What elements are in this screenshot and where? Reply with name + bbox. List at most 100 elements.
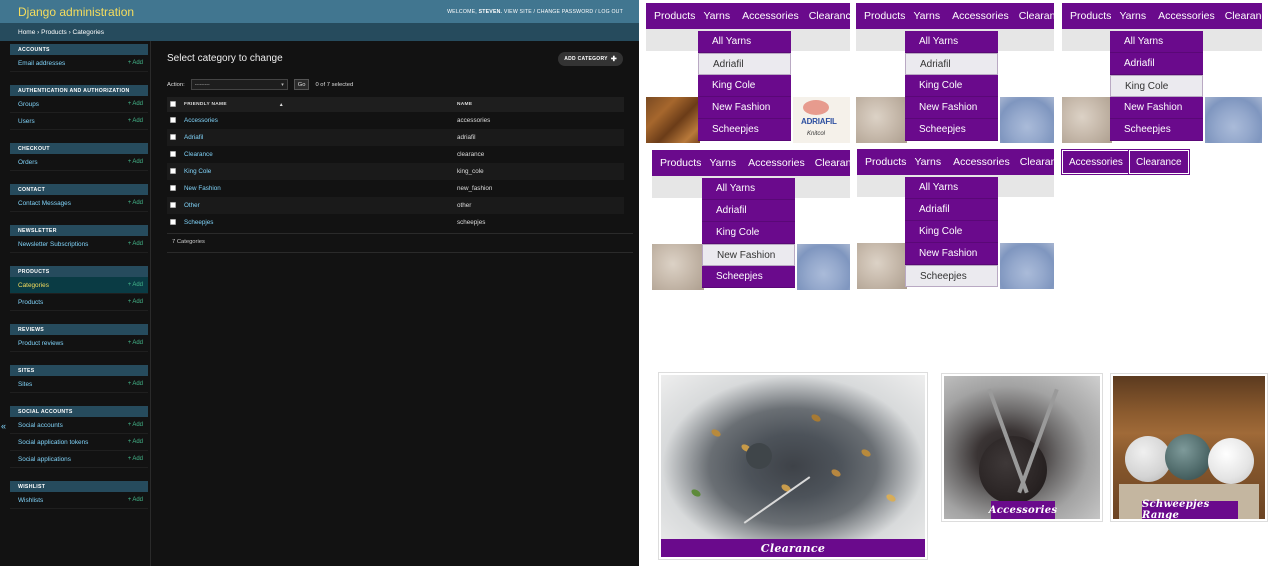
dropdown-item-adriafil[interactable]: Adriafil	[698, 53, 791, 75]
module-caption[interactable]: PRODUCTS	[10, 266, 148, 277]
nav-item-products[interactable]: Products	[865, 156, 906, 168]
nav-item-accessories[interactable]: Accessories	[953, 156, 1010, 168]
dropdown-item-scheepjes[interactable]: Scheepjes	[905, 119, 998, 141]
column-header-friendly-name[interactable]: FRIENDLY NAME ▲	[181, 97, 454, 112]
sidebar-item-orders[interactable]: Orders +Add	[10, 154, 148, 171]
row-checkbox[interactable]	[170, 133, 176, 140]
category-card-clearance[interactable]: Clearance	[658, 372, 928, 560]
module-caption[interactable]: REVIEWS	[10, 324, 148, 335]
sidebar-item-social-accounts[interactable]: Social accounts +Add	[10, 417, 148, 434]
friendly-name-link[interactable]: Adriafil	[181, 129, 454, 146]
add-link[interactable]: +Add	[128, 159, 143, 165]
nav-item-accessories[interactable]: Accessories	[1158, 10, 1215, 22]
product-image[interactable]	[1000, 243, 1054, 289]
user-links[interactable]: VIEW SITE / CHANGE PASSWORD / LOG OUT	[504, 9, 623, 15]
row-checkbox[interactable]	[170, 218, 176, 225]
sidebar-item-label[interactable]: Newsletter Subscriptions	[18, 241, 88, 248]
add-link[interactable]: +Add	[128, 60, 143, 66]
sidebar-item-label[interactable]: Categories	[18, 282, 49, 289]
sidebar-item-label[interactable]: Sites	[18, 381, 32, 388]
module-caption[interactable]: NEWSLETTER	[10, 225, 148, 236]
product-image[interactable]	[857, 243, 907, 289]
add-link[interactable]: +Add	[128, 439, 143, 445]
sidebar-item-products[interactable]: Products +Add	[10, 294, 148, 311]
nav-item-products[interactable]: Products	[660, 157, 701, 169]
dropdown-item-new-fashion[interactable]: New Fashion	[702, 244, 795, 266]
add-link[interactable]: +Add	[128, 497, 143, 503]
nav-item-accessories[interactable]: Accessories	[742, 10, 799, 22]
dropdown-item-king-cole[interactable]: King Cole	[905, 75, 998, 97]
sidebar-item-label[interactable]: Social accounts	[18, 422, 63, 429]
sidebar-item-newsletter-subscriptions[interactable]: Newsletter Subscriptions +Add	[10, 236, 148, 253]
dropdown-item-all-yarns[interactable]: All Yarns	[905, 177, 998, 199]
dropdown-item-scheepjes[interactable]: Scheepjes	[702, 266, 795, 288]
dropdown-item-all-yarns[interactable]: All Yarns	[1110, 31, 1203, 53]
clearance-pill-button[interactable]: Clearance	[1128, 149, 1190, 175]
sort-arrow-icon[interactable]: ▲	[279, 102, 284, 108]
dropdown-item-king-cole[interactable]: King Cole	[1110, 75, 1203, 97]
product-image[interactable]	[1205, 97, 1262, 143]
product-image[interactable]	[652, 244, 704, 290]
module-caption[interactable]: CONTACT	[10, 184, 148, 195]
nav-item-clearance[interactable]: Clearance	[815, 157, 850, 169]
nav-item-yarns[interactable]: Yarns	[913, 10, 940, 22]
module-caption[interactable]: WISHLIST	[10, 481, 148, 492]
nav-item-clearance[interactable]: Clearance	[1019, 10, 1054, 22]
breadcrumb[interactable]: Home › Products › Categories	[0, 23, 639, 41]
add-link[interactable]: +Add	[128, 381, 143, 387]
column-header-name[interactable]: NAME	[454, 97, 624, 112]
nav-item-clearance[interactable]: Clearance	[1225, 10, 1262, 22]
select-all-checkbox[interactable]	[170, 100, 176, 107]
product-image[interactable]	[856, 97, 907, 143]
sidebar-item-label[interactable]: Users	[18, 118, 35, 125]
dropdown-item-scheepjes[interactable]: Scheepjes	[698, 119, 791, 141]
row-checkbox[interactable]	[170, 150, 176, 157]
nav-item-yarns[interactable]: Yarns	[1119, 10, 1146, 22]
nav-item-yarns[interactable]: Yarns	[703, 10, 730, 22]
product-image[interactable]	[1000, 97, 1054, 143]
add-link[interactable]: +Add	[128, 282, 143, 288]
friendly-name-link[interactable]: King Cole	[181, 163, 454, 180]
dropdown-item-adriafil[interactable]: Adriafil	[905, 53, 998, 75]
sidebar-item-label[interactable]: Social application tokens	[18, 439, 88, 446]
dropdown-item-new-fashion[interactable]: New Fashion	[698, 97, 791, 119]
go-button[interactable]: Go	[293, 79, 310, 90]
sidebar-item-email-addresses[interactable]: Email addresses +Add	[10, 55, 148, 72]
sidebar-item-users[interactable]: Users +Add	[10, 113, 148, 130]
product-image[interactable]: ADRIAFIL Knitcol	[793, 97, 850, 143]
accessories-pill-button[interactable]: Accessories	[1061, 149, 1131, 175]
nav-item-products[interactable]: Products	[1070, 10, 1111, 22]
category-card-accessories[interactable]: Accessories	[941, 373, 1103, 522]
add-link[interactable]: +Add	[128, 456, 143, 462]
dropdown-item-adriafil[interactable]: Adriafil	[1110, 53, 1203, 75]
sidebar-item-label[interactable]: Orders	[18, 159, 38, 166]
row-checkbox[interactable]	[170, 184, 176, 191]
dropdown-item-new-fashion[interactable]: New Fashion	[905, 97, 998, 119]
dropdown-item-all-yarns[interactable]: All Yarns	[905, 31, 998, 53]
nav-item-accessories[interactable]: Accessories	[748, 157, 805, 169]
nav-item-products[interactable]: Products	[864, 10, 905, 22]
friendly-name-link[interactable]: Other	[181, 197, 454, 214]
admin-brand[interactable]: Django administration	[18, 5, 134, 19]
dropdown-item-all-yarns[interactable]: All Yarns	[702, 178, 795, 200]
collapse-sidebar-icon[interactable]: «	[1, 421, 6, 431]
add-link[interactable]: +Add	[128, 118, 143, 124]
add-link[interactable]: +Add	[128, 299, 143, 305]
nav-item-yarns[interactable]: Yarns	[709, 157, 736, 169]
dropdown-item-adriafil[interactable]: Adriafil	[905, 199, 998, 221]
module-caption[interactable]: CHECKOUT	[10, 143, 148, 154]
dropdown-item-scheepjes[interactable]: Scheepjes	[905, 265, 998, 287]
sidebar-item-groups[interactable]: Groups +Add	[10, 96, 148, 113]
friendly-name-link[interactable]: Accessories	[181, 112, 454, 129]
friendly-name-link[interactable]: Scheepjes	[181, 214, 454, 231]
sidebar-item-label[interactable]: Product reviews	[18, 340, 63, 347]
module-caption[interactable]: SITES	[10, 365, 148, 376]
add-link[interactable]: +Add	[128, 422, 143, 428]
row-checkbox[interactable]	[170, 116, 176, 123]
friendly-name-link[interactable]: New Fashion	[181, 180, 454, 197]
dropdown-item-king-cole[interactable]: King Cole	[702, 222, 795, 244]
nav-item-clearance[interactable]: Clearance	[809, 10, 850, 22]
add-link[interactable]: +Add	[128, 340, 143, 346]
dropdown-item-adriafil[interactable]: Adriafil	[702, 200, 795, 222]
module-caption[interactable]: AUTHENTICATION AND AUTHORIZATION	[10, 85, 148, 96]
